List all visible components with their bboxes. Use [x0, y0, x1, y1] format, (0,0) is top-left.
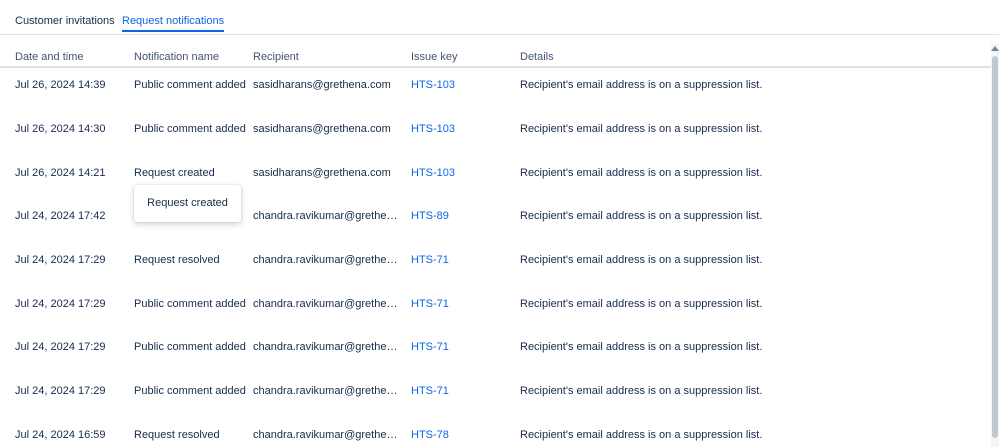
tab-request-notifications[interactable]: Request notifications [122, 15, 225, 32]
date-cell: Jul 24, 2024 17:42 [15, 210, 106, 222]
recipient-cell: sasidharans@grethena.com [253, 123, 391, 135]
details-cell: Recipient's email address is on a suppre… [520, 341, 763, 353]
details-cell: Recipient's email address is on a suppre… [520, 429, 763, 441]
scroll-up-arrow-icon[interactable] [991, 46, 999, 51]
date-cell: Jul 24, 2024 17:29 [15, 341, 106, 353]
scrollbar-thumb[interactable] [992, 56, 998, 438]
date-cell: Jul 24, 2024 17:29 [15, 298, 106, 310]
notification-name-tooltip: Request created [134, 185, 241, 222]
table-header: Date and time Notification name Recipien… [0, 44, 991, 68]
table-row: Jul 26, 2024 14:30 Public comment added … [0, 112, 991, 156]
date-cell: Jul 24, 2024 17:29 [15, 385, 106, 397]
issue-key-link[interactable]: HTS-71 [411, 341, 449, 353]
recipient-cell: sasidharans@grethena.com [253, 167, 391, 179]
table-row: Jul 24, 2024 16:59 Request resolved chan… [0, 418, 991, 447]
date-cell: Jul 26, 2024 14:39 [15, 79, 106, 91]
issue-key-link[interactable]: HTS-78 [411, 429, 449, 441]
notification-name-cell: Public comment added [134, 341, 246, 353]
column-header-details[interactable]: Details [520, 51, 554, 63]
tab-customer-invitations[interactable]: Customer invitations [15, 15, 115, 32]
date-cell: Jul 26, 2024 14:30 [15, 123, 106, 135]
notification-name-cell: Public comment added [134, 123, 246, 135]
details-cell: Recipient's email address is on a suppre… [520, 123, 763, 135]
issue-key-link[interactable]: HTS-71 [411, 385, 449, 397]
issue-key-link[interactable]: HTS-103 [411, 167, 455, 179]
table-row: Jul 24, 2024 17:29 Request resolved chan… [0, 243, 991, 287]
date-cell: Jul 24, 2024 16:59 [15, 429, 106, 441]
issue-key-link[interactable]: HTS-103 [411, 123, 455, 135]
recipient-cell: sasidharans@grethena.com [253, 79, 391, 91]
table-row: Jul 24, 2024 17:29 Public comment added … [0, 330, 991, 374]
date-cell: Jul 26, 2024 14:21 [15, 167, 106, 179]
recipient-cell: chandra.ravikumar@grethena.... [253, 429, 398, 441]
notification-name-cell: Public comment added [134, 385, 246, 397]
details-cell: Recipient's email address is on a suppre… [520, 254, 763, 266]
recipient-cell: chandra.ravikumar@grethena.... [253, 385, 398, 397]
table-row: Jul 24, 2024 17:29 Public comment added … [0, 287, 991, 331]
table-row: Jul 24, 2024 17:29 Public comment added … [0, 374, 991, 418]
details-cell: Recipient's email address is on a suppre… [520, 167, 763, 179]
column-header-issue-key[interactable]: Issue key [411, 51, 457, 63]
date-cell: Jul 24, 2024 17:29 [15, 254, 106, 266]
notification-name-cell: Public comment added [134, 79, 246, 91]
issue-key-link[interactable]: HTS-71 [411, 254, 449, 266]
recipient-cell: chandra.ravikumar@grethena.... [253, 254, 398, 266]
vertical-scrollbar[interactable] [991, 44, 999, 447]
recipient-cell: chandra.ravikumar@grethena.... [253, 298, 398, 310]
details-cell: Recipient's email address is on a suppre… [520, 79, 763, 91]
notification-name-cell: Request resolved [134, 429, 220, 441]
column-header-recipient[interactable]: Recipient [253, 51, 299, 63]
details-cell: Recipient's email address is on a suppre… [520, 298, 763, 310]
details-cell: Recipient's email address is on a suppre… [520, 385, 763, 397]
tab-bar: Customer invitations Request notificatio… [0, 0, 999, 35]
notification-name-cell: Public comment added [134, 298, 246, 310]
issue-key-link[interactable]: HTS-103 [411, 79, 455, 91]
notification-name-cell: Request created [134, 167, 215, 179]
issue-key-link[interactable]: HTS-89 [411, 210, 449, 222]
recipient-cell: chandra.ravikumar@grethena.... [253, 341, 398, 353]
column-header-notification-name[interactable]: Notification name [134, 51, 219, 63]
issue-key-link[interactable]: HTS-71 [411, 298, 449, 310]
recipient-cell: chandra.ravikumar@grethena.... [253, 210, 398, 222]
table-body: Jul 26, 2024 14:39 Public comment added … [0, 68, 991, 447]
column-header-date[interactable]: Date and time [15, 51, 83, 63]
table-row: Jul 26, 2024 14:39 Public comment added … [0, 68, 991, 112]
details-cell: Recipient's email address is on a suppre… [520, 210, 763, 222]
notification-name-cell: Request resolved [134, 254, 220, 266]
